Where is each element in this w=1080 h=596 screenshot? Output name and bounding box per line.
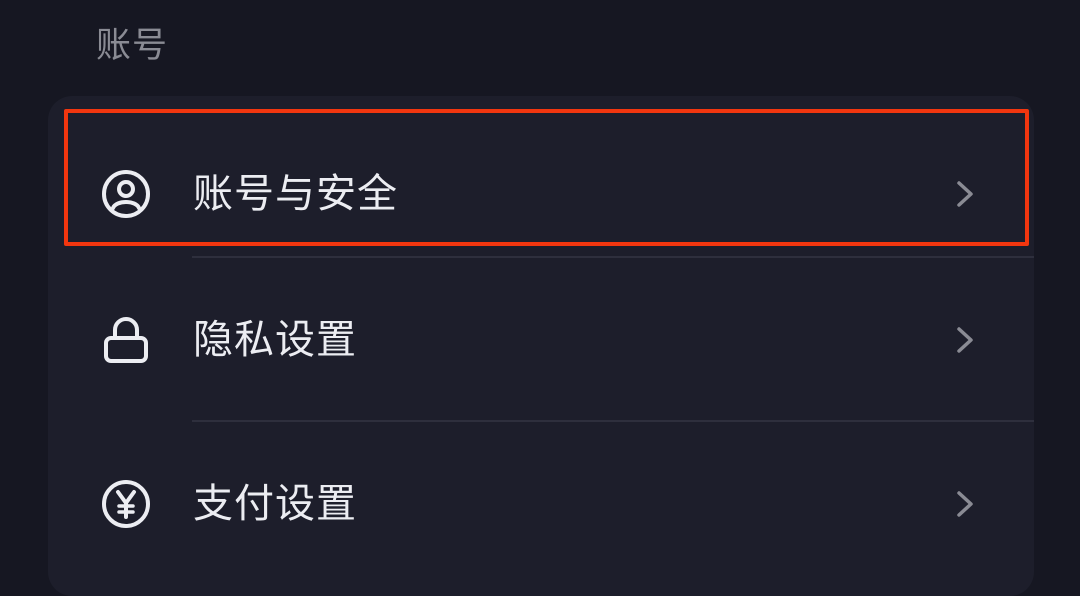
menu-item-payment-settings[interactable]: 支付设置 [48,422,1034,585]
menu-item-label: 隐私设置 [193,316,357,363]
settings-card: 账号与安全 隐私设置 支付设置 [48,96,1034,596]
lock-icon [100,314,152,366]
menu-item-privacy-settings[interactable]: 隐私设置 [48,258,1034,421]
menu-item-account-security[interactable]: 账号与安全 [48,112,1034,275]
yen-circle-icon [100,478,152,530]
section-title: 账号 [96,26,169,66]
user-circle-icon [100,168,152,220]
menu-item-label: 账号与安全 [193,170,398,217]
menu-item-label: 支付设置 [193,480,357,527]
chevron-right-icon [948,320,982,360]
chevron-right-icon [948,484,982,524]
chevron-right-icon [948,174,982,214]
